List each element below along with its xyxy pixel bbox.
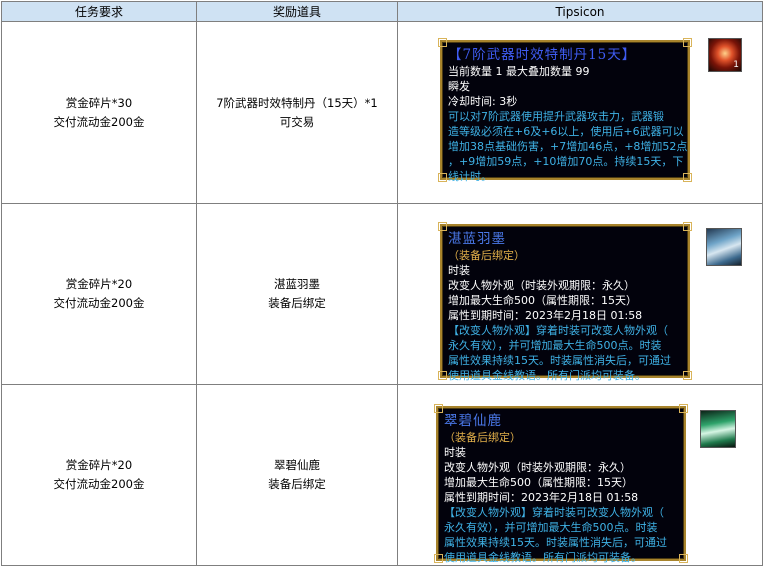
tooltip-line: 当前数量 1 最大叠加数量 99 — [448, 65, 590, 78]
item-tooltip: 湛蓝羽墨 （装备后绑定） 时装 改变人物外观（时装外观期限：永久） 增加最大生命… — [438, 222, 692, 382]
requirement-cell: 赏金碎片*30 交付流动金200金 — [1, 21, 197, 204]
table-row: 赏金碎片*20 交付流动金200金 湛蓝羽墨 装备后绑定 湛蓝羽墨 （装备后绑定… — [1, 203, 763, 385]
table-row: 赏金碎片*20 交付流动金200金 翠碧仙鹿 装备后绑定 翠碧仙鹿 （装备后绑定… — [1, 384, 763, 566]
tooltip-desc-line: 永久有效），并可增加最大生命500点。时装 — [444, 521, 658, 534]
tip-cell: 湛蓝羽墨 （装备后绑定） 时装 改变人物外观（时装外观期限：永久） 增加最大生命… — [397, 203, 763, 385]
tooltip-desc-line: 【改变人物外观】穿着时装可改变人物外观（ — [448, 324, 668, 337]
tooltip-desc-line: 线计时。 — [448, 170, 492, 183]
requirement-line: 赏金碎片*30 — [65, 95, 133, 110]
reward-name: 翠碧仙鹿 — [274, 458, 320, 472]
requirement-line: 赏金碎片*20 — [65, 277, 133, 291]
reward-cell: 湛蓝羽墨 装备后绑定 — [196, 203, 398, 385]
reward-name: 湛蓝羽墨 — [274, 277, 320, 291]
tooltip-desc-line: 使用道具金线教语。所有门派均可装备。 — [448, 369, 646, 382]
tooltip-desc-line: 属性效果持续15天。时装属性消失后，可通过 — [448, 354, 671, 367]
reward-bind-status: 装备后绑定 — [268, 296, 326, 310]
tooltip-desc-line: 造等级必须在+6及+6以上，使用后+6武器可以 — [448, 125, 684, 138]
tooltip-title: 【7阶武器时效特制丹15天】 — [448, 47, 637, 63]
table-row: 赏金碎片*30 交付流动金200金 7阶武器时效特制丹（15天）*1 可交易 【… — [1, 21, 763, 204]
item-count: 1 — [733, 60, 739, 70]
tip-cell: 翠碧仙鹿 （装备后绑定） 时装 改变人物外观（时装外观期限：永久） 增加最大生命… — [397, 384, 763, 566]
green-costume-icon — [700, 410, 736, 448]
reward-cell: 7阶武器时效特制丹（15天）*1 可交易 — [196, 21, 398, 204]
item-tooltip: 翠碧仙鹿 （装备后绑定） 时装 改变人物外观（时装外观期限：永久） 增加最大生命… — [434, 404, 688, 564]
tooltip-desc-line: 【改变人物外观】穿着时装可改变人物外观（ — [444, 506, 664, 519]
blue-costume-icon — [706, 228, 742, 266]
tooltip-bind-status: （装备后绑定） — [448, 249, 525, 262]
red-gem-icon: 1 — [708, 38, 742, 72]
tooltip-desc-line: 可以对7阶武器使用提升武器攻击力，武器锻 — [448, 110, 664, 123]
header-row: 任务要求 奖励道具 Tipsicon — [1, 1, 763, 22]
tooltip-desc-line: ，+9增加59点，+10增加70点。持续15天，下 — [448, 155, 684, 168]
tooltip-desc-line: 使用道具金线教语。所有门派均可装备。 — [444, 551, 642, 564]
header-requirement: 任务要求 — [1, 1, 197, 22]
tooltip-line: 时装 — [444, 446, 466, 459]
tooltip-bind-status: （装备后绑定） — [444, 431, 521, 444]
tooltip-line: 属性到期时间：2023年2月18日 01:58 — [448, 309, 643, 322]
tooltip-line: 改变人物外观（时装外观期限：永久） — [448, 279, 635, 292]
tooltip-line: 属性到期时间：2023年2月18日 01:58 — [444, 491, 639, 504]
requirement-line: 交付流动金200金 — [53, 114, 145, 129]
reward-name: 7阶武器时效特制丹（15天）*1 — [216, 95, 378, 110]
reward-bind-status: 装备后绑定 — [268, 477, 326, 491]
tooltip-line: 增加最大生命500（属性期限：15天） — [448, 294, 637, 307]
tooltip-line: 改变人物外观（时装外观期限：永久） — [444, 461, 631, 474]
reward-cell: 翠碧仙鹿 装备后绑定 — [196, 384, 398, 566]
requirement-line: 赏金碎片*20 — [65, 458, 133, 472]
tooltip-desc-line: 永久有效），并可增加最大生命500点。时装 — [448, 339, 662, 352]
tooltip-desc-line: 增加38点基础伤害，+7增加46点，+8增加52点 — [448, 140, 688, 153]
requirement-line: 交付流动金200金 — [53, 477, 145, 491]
tooltip-line: 增加最大生命500（属性期限：15天） — [444, 476, 633, 489]
tooltip-title: 湛蓝羽墨 — [448, 231, 506, 247]
tooltip-line: 时装 — [448, 264, 470, 277]
tooltip-title: 翠碧仙鹿 — [444, 413, 502, 429]
header-tipsicon: Tipsicon — [397, 1, 763, 22]
tip-cell: 【7阶武器时效特制丹15天】 当前数量 1 最大叠加数量 99 瞬发 冷却时间:… — [397, 21, 763, 204]
tooltip-line: 瞬发 — [448, 80, 470, 93]
header-reward: 奖励道具 — [196, 1, 398, 22]
requirement-cell: 赏金碎片*20 交付流动金200金 — [1, 384, 197, 566]
reward-table: 任务要求 奖励道具 Tipsicon 赏金碎片*30 交付流动金200金 7阶武… — [1, 1, 763, 566]
requirement-cell: 赏金碎片*20 交付流动金200金 — [1, 203, 197, 385]
item-tooltip: 【7阶武器时效特制丹15天】 当前数量 1 最大叠加数量 99 瞬发 冷却时间:… — [438, 38, 692, 183]
reward-bind-status: 可交易 — [279, 114, 315, 129]
requirement-line: 交付流动金200金 — [53, 296, 145, 310]
tooltip-desc-line: 属性效果持续15天。时装属性消失后，可通过 — [444, 536, 667, 549]
tooltip-line: 冷却时间: 3秒 — [448, 95, 518, 108]
